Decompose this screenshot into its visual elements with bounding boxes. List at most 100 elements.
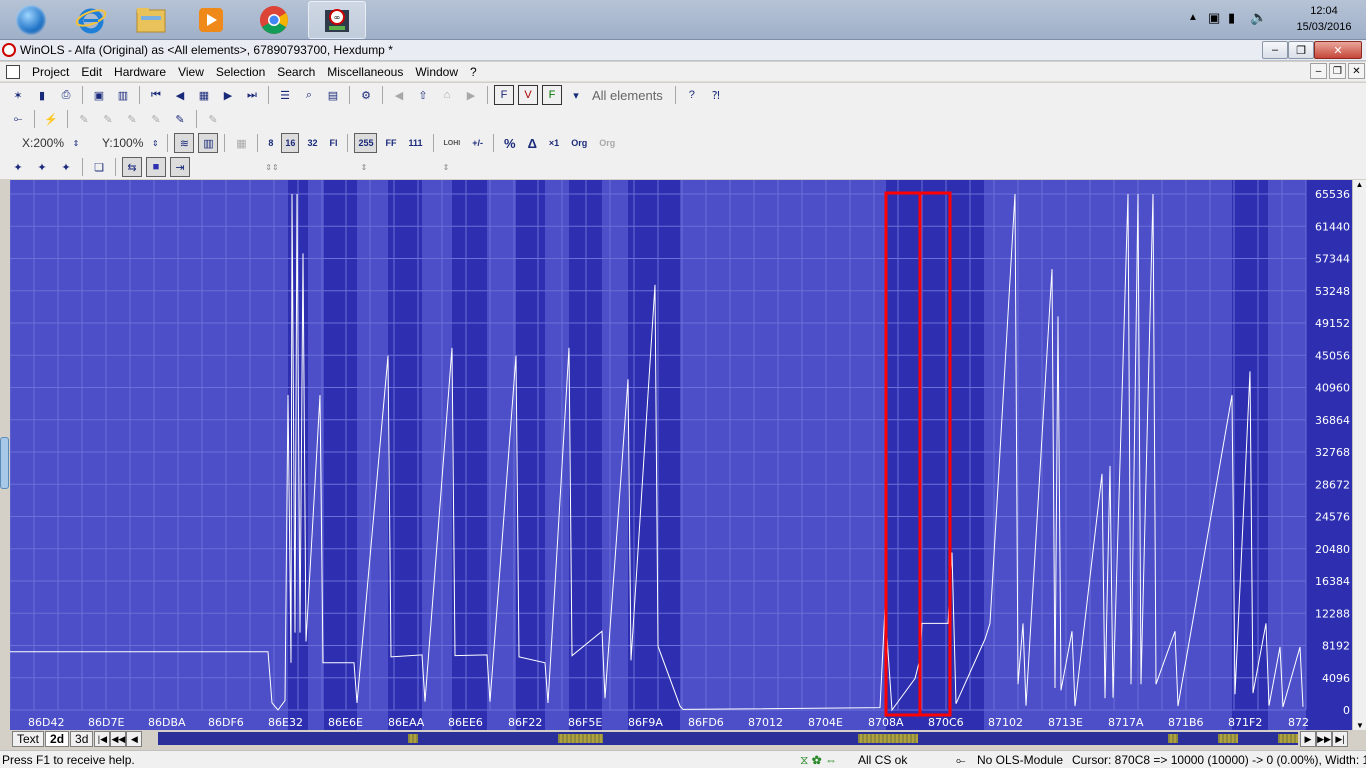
mdi-close-button[interactable]: ✕ — [1348, 63, 1365, 79]
toggle-c-icon[interactable]: ⇥ — [170, 157, 190, 177]
tool-a-icon[interactable]: ✎ — [74, 109, 94, 129]
wand-icon[interactable]: ⚡ — [41, 109, 61, 129]
tray-arrow-icon[interactable]: ▲ — [1188, 12, 1198, 23]
network-signal-icon[interactable]: ▮ — [1228, 10, 1235, 26]
binary-button[interactable]: 111 — [404, 133, 426, 153]
view-bars-icon[interactable]: ▥ — [198, 133, 219, 153]
scroll-up-arrow-icon[interactable]: ▲ — [1353, 180, 1366, 189]
edit-a-icon[interactable]: ✦ — [8, 157, 28, 177]
minimize-button[interactable]: – — [1262, 41, 1288, 59]
edit-c-icon[interactable]: ✦ — [56, 157, 76, 177]
taskbar-media[interactable] — [182, 1, 240, 39]
original-compare-button[interactable]: Org — [595, 133, 619, 153]
toggle-b-icon[interactable]: ■ — [146, 157, 166, 177]
tray-device-icon[interactable]: ▣ — [1208, 10, 1220, 26]
nav-first-icon[interactable]: |◀ — [94, 731, 111, 747]
bits-32-button[interactable]: 32 — [303, 133, 321, 153]
forward-icon[interactable]: ▶ — [461, 85, 481, 105]
mdi-restore-button[interactable]: ❐ — [1329, 63, 1346, 79]
volume-icon[interactable]: 🔈 — [1250, 9, 1267, 26]
mdi-minimize-button[interactable]: – — [1310, 63, 1327, 79]
hex-button[interactable]: FF — [381, 133, 400, 153]
menu-help[interactable]: ? — [464, 65, 483, 79]
clock-time[interactable]: 12:04 — [1294, 5, 1354, 17]
original-button[interactable]: Org — [567, 133, 591, 153]
v-icon[interactable]: V — [518, 85, 538, 105]
elements-selector[interactable]: All elements — [588, 88, 667, 103]
x-zoom-spinner[interactable]: ⇕ — [70, 133, 82, 153]
mdi-doc-icon[interactable] — [6, 64, 20, 79]
start-button[interactable] — [2, 1, 60, 39]
find-icon[interactable]: ⌕ — [299, 85, 319, 105]
menu-hardware[interactable]: Hardware — [108, 65, 172, 79]
menu-project[interactable]: Project — [26, 65, 75, 79]
y-zoom-value[interactable]: Y:100% — [98, 136, 147, 150]
percent-button[interactable]: % — [500, 133, 520, 153]
taskbar-ie[interactable] — [62, 1, 120, 39]
print-icon[interactable]: ⎙ — [56, 85, 76, 105]
menu-search[interactable]: Search — [271, 65, 321, 79]
first-icon[interactable]: ⏮ — [146, 85, 166, 105]
taskbar-chrome[interactable] — [245, 1, 303, 39]
tool-f-icon[interactable]: ✎ — [203, 109, 223, 129]
toggle-a-icon[interactable]: ⇆ — [122, 157, 142, 177]
tool-b-icon[interactable]: ✎ — [98, 109, 118, 129]
maps-icon[interactable]: ⚙ — [356, 85, 376, 105]
menu-miscellaneous[interactable]: Miscellaneous — [321, 65, 409, 79]
tool-d-icon[interactable]: ✎ — [146, 109, 166, 129]
bits-8-button[interactable]: 8 — [264, 133, 277, 153]
scroll-icon[interactable]: ▤ — [323, 85, 343, 105]
f-icon[interactable]: F — [494, 85, 514, 105]
tool-c-icon[interactable]: ✎ — [122, 109, 142, 129]
menu-selection[interactable]: Selection — [210, 65, 271, 79]
taskbar-winols[interactable]: ∞ — [308, 1, 366, 39]
y-zoom-spinner[interactable]: ⇕ — [149, 133, 161, 153]
tab-2d[interactable]: 2d — [45, 731, 70, 747]
next-icon[interactable]: ▶ — [218, 85, 238, 105]
menu-window[interactable]: Window — [409, 65, 464, 79]
spinner-c[interactable]: ⇕ — [436, 157, 456, 177]
panel-expand-handle[interactable] — [0, 437, 9, 489]
clock-date[interactable]: 15/03/2016 — [1294, 21, 1354, 33]
connect-icon[interactable]: ⟜ — [8, 109, 28, 129]
maximize-button[interactable]: ❐ — [1288, 41, 1314, 59]
view-grid-icon[interactable]: ▦ — [231, 133, 251, 153]
delta-button[interactable]: Δ — [524, 133, 541, 153]
nav-fast-forward-icon[interactable]: ▶▶ — [1316, 731, 1332, 747]
context-help-icon[interactable]: ⁈ — [706, 85, 726, 105]
overview-strip[interactable] — [158, 732, 1298, 745]
nav-back-icon[interactable]: ◀ — [126, 731, 143, 747]
tool-e-icon[interactable]: ✎ — [170, 109, 190, 129]
spinner-a[interactable]: ⇕⇕ — [262, 157, 282, 177]
menu-edit[interactable]: Edit — [75, 65, 108, 79]
upload-icon[interactable]: ⇧ — [413, 85, 433, 105]
hexdump-2d-chart[interactable]: 0 4096 8192 12288 16384 20480 24576 28672 32768 3… — [10, 180, 1352, 730]
nav-forward-icon[interactable]: ▶ — [1300, 731, 1316, 747]
sign-button[interactable]: +/- — [468, 133, 487, 153]
vertical-scrollbar[interactable]: ▲ ▼ — [1352, 180, 1366, 730]
bits-16-button[interactable]: 16 — [281, 133, 300, 153]
float-button[interactable]: Fl — [325, 133, 341, 153]
close-button[interactable]: ✕ — [1314, 41, 1362, 59]
window-icon[interactable]: ▣ — [89, 85, 109, 105]
spinner-b[interactable]: ⇕ — [354, 157, 374, 177]
wizard-icon[interactable]: ✶ — [8, 85, 28, 105]
view-waves-icon[interactable]: ≋ — [174, 133, 195, 153]
list-icon[interactable]: ☰ — [275, 85, 295, 105]
dropdown-arrow-icon[interactable]: ▾ — [566, 85, 586, 105]
copy-map-icon[interactable]: ❏ — [89, 157, 109, 177]
previous-icon[interactable]: ◀ — [170, 85, 190, 105]
taskbar-explorer[interactable] — [122, 1, 180, 39]
back-icon[interactable]: ◀ — [389, 85, 409, 105]
nav-last-icon[interactable]: ▶| — [1332, 731, 1348, 747]
help-icon[interactable]: ? — [682, 85, 702, 105]
p-icon[interactable]: F — [542, 85, 562, 105]
x-zoom-value[interactable]: X:200% — [18, 136, 68, 150]
table-icon[interactable]: ▦ — [194, 85, 214, 105]
nav-fast-back-icon[interactable]: ◀◀ — [110, 731, 127, 747]
decimal-button[interactable]: 255 — [354, 133, 378, 153]
lohi-button[interactable]: LOHI — [440, 133, 465, 153]
chip-icon[interactable]: ▮ — [32, 85, 52, 105]
menu-view[interactable]: View — [172, 65, 210, 79]
tab-3d[interactable]: 3d — [70, 731, 94, 747]
